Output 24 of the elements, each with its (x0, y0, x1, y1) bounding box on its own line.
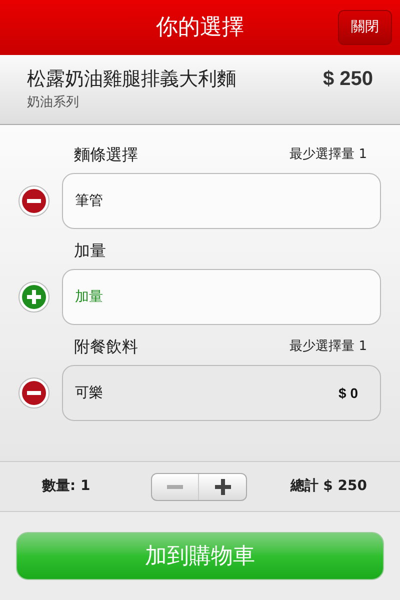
option-label: 筆管 (75, 192, 103, 210)
item-category: 奶油系列 (27, 94, 80, 112)
minus-icon (167, 484, 184, 488)
option-label: 可樂 (75, 384, 103, 402)
minimum-note: 最少選擇量 1 (290, 338, 367, 356)
option-price: $ 0 (338, 384, 358, 402)
item-price: $ 250 (322, 67, 373, 92)
plus-icon (214, 478, 231, 494)
option-field[interactable]: 可樂 $ 0 (62, 365, 381, 421)
group-title: 附餐飲料 (74, 336, 138, 358)
item-name: 松露奶油雞腿排義大利麵 (27, 67, 236, 92)
minimum-note: 最少選擇量 1 (290, 146, 367, 164)
group-title: 麵條選擇 (74, 144, 138, 166)
close-button[interactable]: 關閉 (338, 10, 392, 45)
total-price: 總計 $ 250 (290, 477, 367, 496)
option-field[interactable]: 筆管 (62, 173, 381, 229)
remove-icon[interactable] (18, 185, 50, 217)
remove-icon[interactable] (18, 377, 50, 409)
option-field[interactable]: 加量 (62, 269, 381, 325)
window-title: 你的選擇 (156, 14, 244, 42)
add-icon[interactable] (18, 281, 50, 313)
option-label: 加量 (75, 288, 103, 306)
quantity-label: 數量: 1 (42, 477, 90, 496)
group-title: 加量 (74, 240, 106, 262)
